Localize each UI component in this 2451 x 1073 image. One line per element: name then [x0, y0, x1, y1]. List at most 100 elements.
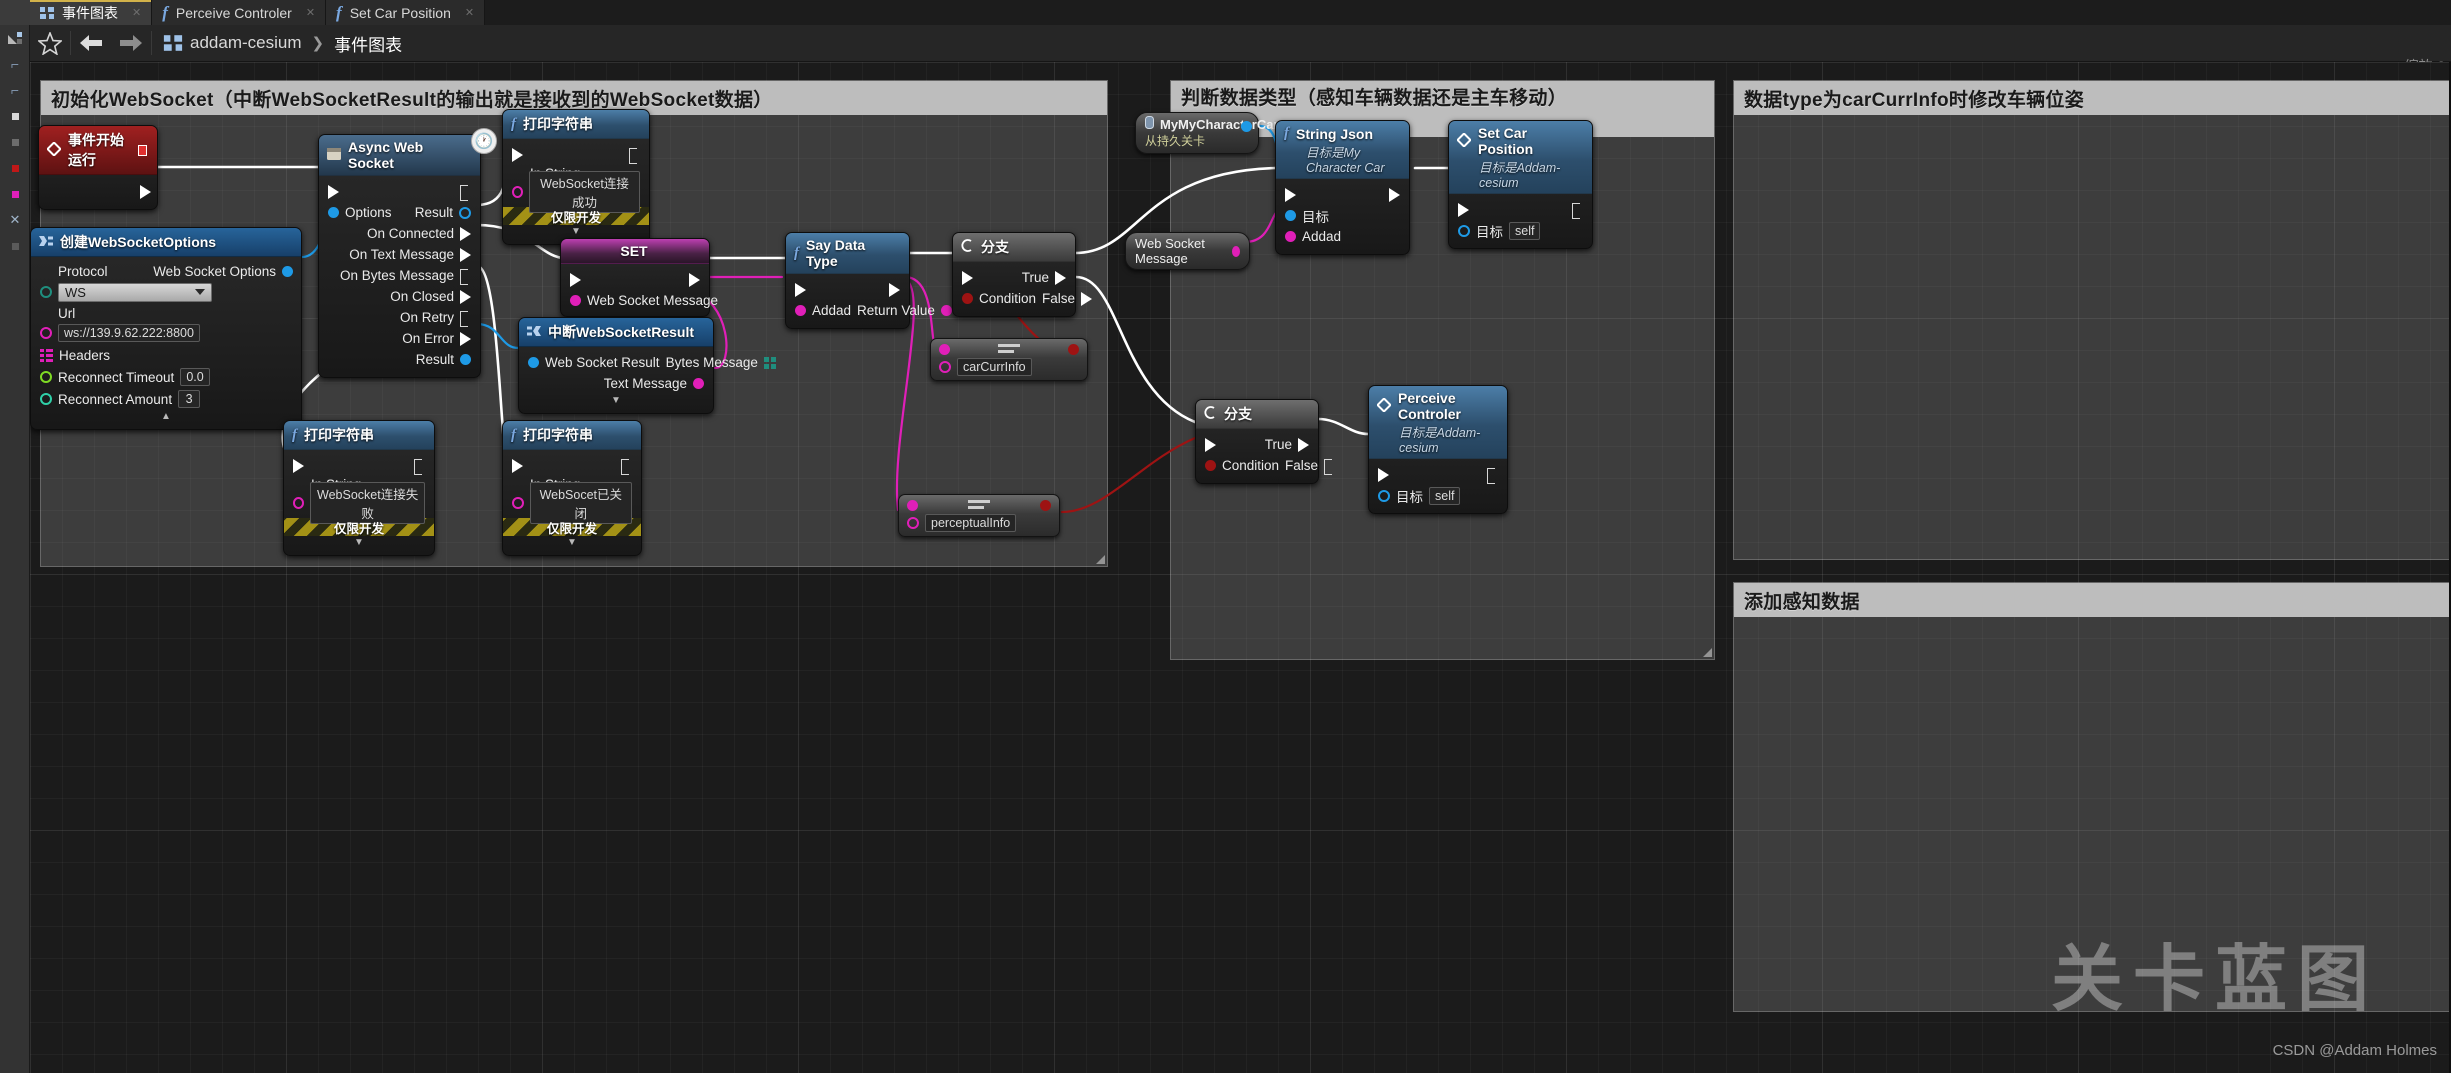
rail-icon-grey-square[interactable] [0, 129, 30, 155]
comment-box-set-car-pose[interactable]: 数据type为carCurrInfo时修改车辆位姿 [1733, 80, 2451, 560]
node-collapse-toggle[interactable]: ▼ [503, 225, 649, 237]
exec-out-pin-false[interactable] [1324, 458, 1335, 475]
node-set-web-socket-message[interactable]: SET Web Socket Message [560, 238, 718, 317]
map-in-pin[interactable] [40, 348, 53, 362]
node-collapse-toggle[interactable]: ▼ [503, 536, 641, 548]
condition-in-pin[interactable] [962, 293, 973, 304]
exec-in-pin[interactable] [1285, 187, 1296, 202]
array-out-pin[interactable] [763, 356, 776, 369]
row-exec[interactable] [503, 144, 649, 165]
row-exec[interactable] [1449, 199, 1592, 220]
object-out-pin[interactable] [1241, 121, 1252, 132]
bool-out-pin[interactable] [1068, 343, 1079, 355]
node-string-json[interactable]: f String Json 目标是My Character Car 目标 Add… [1275, 120, 1410, 255]
row-exec[interactable] [284, 455, 434, 476]
exec-out-pin[interactable] [414, 458, 425, 475]
node-equals-perceptualinfo[interactable]: perceptualInfo [898, 494, 1060, 537]
exec-out-pin[interactable] [689, 272, 700, 287]
exec-out-pin-on-text-message[interactable] [460, 247, 471, 262]
row-exec-true[interactable]: True [1196, 434, 1318, 455]
row-reconnect-timeout[interactable]: Reconnect Timeout 0.0 [31, 366, 301, 388]
target-value[interactable]: self [1429, 486, 1461, 505]
string-in-pin-a[interactable] [939, 343, 950, 355]
row-exec[interactable] [503, 455, 641, 476]
return-value-out-pin[interactable] [940, 305, 952, 316]
comment-resize-handle[interactable] [1096, 555, 1105, 564]
exec-in-pin[interactable] [1205, 437, 1216, 452]
target-in-pin[interactable] [1285, 210, 1296, 221]
exec-in-pin[interactable] [962, 270, 973, 285]
row-exec[interactable] [786, 279, 909, 300]
node-collapse-toggle[interactable]: ▼ [284, 536, 434, 548]
exec-in-pin[interactable] [795, 282, 806, 297]
exec-out-pin[interactable] [1487, 467, 1498, 484]
string-in-pin-b[interactable] [939, 361, 951, 373]
exec-out-pin-on-error[interactable] [460, 331, 471, 346]
node-branch-1[interactable]: 分支 True Condition False [952, 232, 1093, 317]
exec-out-pin[interactable] [621, 458, 632, 475]
row-on-text-message[interactable]: On Text Message [319, 244, 480, 265]
node-say-data-type[interactable]: f Say Data Type Addad Return Value [785, 232, 952, 329]
row-reconnect-amount[interactable]: Reconnect Amount 3 [31, 388, 301, 410]
exec-out-pin[interactable] [1572, 202, 1583, 219]
exec-out-pin-true[interactable] [1298, 437, 1309, 452]
row-exec[interactable] [1276, 184, 1409, 205]
struct-out-pin[interactable] [282, 266, 293, 277]
node-collapse-toggle[interactable]: ▼ [519, 394, 713, 406]
rail-icon-white-square[interactable] [0, 103, 30, 129]
blueprint-graph-canvas[interactable]: 初始化WebSocket（中断WebSocketResult的输出就是接收到的W… [30, 62, 2451, 1073]
exec-in-pin[interactable] [328, 184, 339, 199]
rail-icon-red-square[interactable] [0, 155, 30, 181]
node-break-websocket-result[interactable]: 中断WebSocketResult Web Socket Result Byte… [518, 317, 776, 414]
rail-icon-graph[interactable] [0, 25, 30, 51]
favorite-star-icon[interactable] [30, 25, 70, 62]
row-target[interactable]: 目标 self [1369, 485, 1507, 506]
result-out-pin[interactable] [459, 206, 471, 219]
comment-resize-handle[interactable] [1703, 648, 1712, 657]
exec-out-pin-on-closed[interactable] [460, 289, 471, 304]
compare-value-input[interactable]: carCurrInfo [957, 358, 1032, 376]
exec-out-pin-true[interactable] [1055, 270, 1066, 285]
row-addad[interactable]: Addad Return Value [786, 300, 952, 321]
row-exec[interactable] [561, 269, 709, 290]
forward-arrow-icon[interactable] [111, 25, 151, 62]
row-exec-true[interactable]: True [953, 267, 1075, 288]
exec-out-pin[interactable] [889, 282, 900, 297]
string-in-pin-a[interactable] [907, 499, 918, 511]
node-create-websocket-options[interactable]: 创建WebSocketOptions Protocol WS Url ws://… [30, 227, 302, 430]
target-in-pin[interactable] [1458, 224, 1470, 237]
node-print-string-connected[interactable]: f 打印字符串 In String WebSocket连接成功 仅限开发 ▼ [502, 109, 650, 245]
tab-close-icon[interactable]: ✕ [132, 6, 141, 19]
exec-in-pin[interactable] [1378, 467, 1389, 482]
tab-event-graph[interactable]: 事件图表 ✕ [30, 0, 153, 25]
target-value[interactable]: self [1509, 221, 1541, 240]
row-headers[interactable]: Headers [31, 344, 301, 366]
exec-out-pin[interactable] [140, 185, 151, 199]
string-in-pin-b[interactable] [907, 517, 919, 529]
int-in-pin[interactable] [40, 393, 52, 405]
string-in-pin[interactable] [512, 497, 524, 509]
row-in-string-value[interactable]: WebSocket连接失败 [284, 482, 434, 524]
row-target[interactable]: 目标 self [1449, 220, 1592, 241]
row-exec[interactable] [1369, 464, 1507, 485]
addad-in-pin[interactable] [795, 305, 806, 316]
exec-out-pin-on-bytes-message[interactable] [460, 268, 471, 285]
options-in-pin[interactable] [328, 207, 339, 218]
breadcrumb-root[interactable]: addam-cesium [190, 33, 302, 53]
exec-in-pin[interactable] [293, 458, 304, 473]
row-web-socket-options-out[interactable]: Web Socket Options [153, 264, 293, 279]
row-options[interactable]: Options Result [319, 202, 480, 223]
bool-out-pin[interactable] [1040, 499, 1051, 511]
rail-icon-wrench[interactable]: ✕ [0, 207, 30, 233]
row-ws-result[interactable]: Web Socket Result Bytes Message [519, 352, 776, 373]
string-out-pin[interactable] [693, 378, 704, 389]
exec-out-pin-on-retry[interactable] [460, 310, 471, 327]
rail-icon-magenta-square[interactable] [0, 181, 30, 207]
result-object-out-pin[interactable] [460, 354, 471, 365]
url-input[interactable]: ws://139.9.62.222:8800 [58, 324, 200, 342]
row-on-bytes-message[interactable]: On Bytes Message [319, 265, 480, 286]
float-in-pin[interactable] [40, 371, 52, 383]
string-in-pin[interactable] [40, 327, 52, 339]
node-branch-2[interactable]: 分支 True Condition False [1195, 399, 1333, 484]
rail-icon-bracket-1[interactable]: ⌐ [0, 51, 30, 77]
